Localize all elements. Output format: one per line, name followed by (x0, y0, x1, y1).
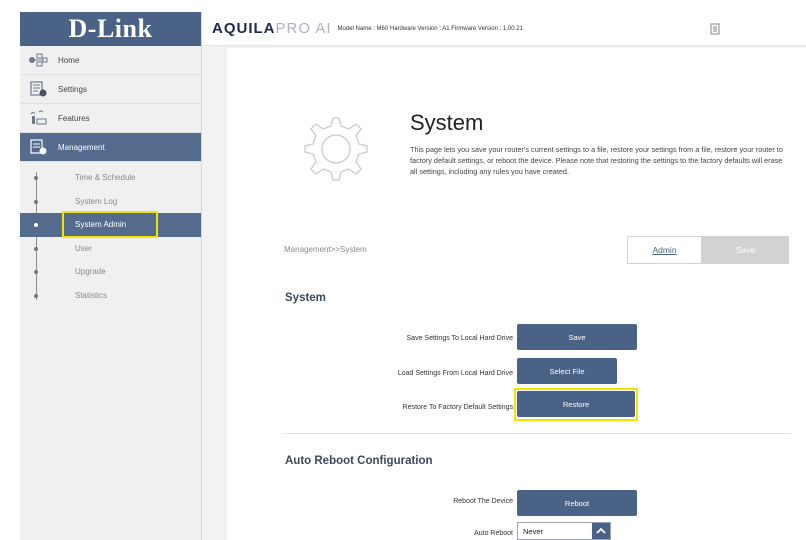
gear-icon (289, 114, 379, 189)
subnav-label: Time & Schedule (75, 173, 136, 183)
chevron-up-icon[interactable] (592, 523, 610, 539)
dlink-logo: D-Link (68, 14, 153, 43)
page-description: This page lets you save your router's cu… (410, 145, 783, 176)
management-icon (28, 139, 48, 155)
auto-reboot-value: Never (523, 526, 544, 536)
bullet-icon (34, 270, 38, 274)
sidebar-item-label: Features (58, 113, 90, 123)
subnav-item-system-admin[interactable]: System Admin (20, 211, 201, 238)
select-file-button[interactable]: Select File (517, 358, 617, 384)
subnav-item-system-log[interactable]: System Log (20, 190, 201, 214)
bullet-icon (34, 246, 38, 251)
bullet-icon (34, 293, 38, 298)
subnav-label: User (75, 243, 92, 253)
brand-suffix: PRO AI (275, 20, 332, 37)
page-title: System (410, 110, 484, 135)
auto-reboot-select[interactable]: Never (517, 522, 611, 540)
subnav-item-time-schedule[interactable]: Time & Schedule (20, 166, 201, 190)
system-section-title: System (285, 292, 326, 304)
hardware-info: Model Name : M60 Hardware Version : A1 F… (337, 25, 523, 32)
subnav-item-upgrade[interactable]: Upgrade (20, 260, 201, 284)
bullet-icon (34, 199, 38, 204)
load-settings-label: Load Settings From Local Hard Drive (397, 370, 513, 377)
subnav-label: System Admin (75, 220, 127, 230)
sidebar-item-label: Settings (58, 84, 87, 94)
sidebar-item-management[interactable]: Management (20, 133, 201, 162)
sidebar-item-features[interactable]: Features (20, 104, 201, 133)
admin-tab[interactable]: Admin (627, 236, 702, 264)
sidebar: D-Link Home Settings Features Management… (20, 12, 202, 540)
management-subnav: Time & Schedule System Log System Admin … (20, 162, 201, 307)
brand-name: AQUILA (212, 20, 276, 37)
save-settings-label: Save Settings To Local Hard Drive (406, 335, 513, 342)
subnav-label: Upgrade (75, 267, 106, 277)
sidebar-item-home[interactable]: Home (20, 46, 201, 75)
sidebar-item-label: Home (58, 55, 80, 65)
home-network-icon (28, 52, 48, 68)
sidebar-item-settings[interactable]: Settings (20, 75, 201, 104)
product-brand: AQUILAPRO AI (212, 20, 332, 37)
subnav-item-user[interactable]: User (20, 237, 201, 261)
settings-icon (28, 81, 48, 97)
auto-reboot-section-title: Auto Reboot Configuration (285, 455, 433, 467)
top-header: AQUILAPRO AI Model Name : M60 Hardware V… (202, 12, 806, 46)
bullet-icon (34, 176, 38, 180)
subnav-label: Statistics (75, 290, 108, 300)
subnav-label: System Log (75, 196, 118, 206)
save-settings-button[interactable]: Save (517, 324, 637, 350)
content-panel: System This page lets you save your rout… (227, 48, 806, 540)
restore-button[interactable]: Restore (517, 391, 635, 417)
restore-defaults-label: Restore To Factory Default Settings (402, 404, 513, 411)
document-icon[interactable] (710, 22, 720, 40)
subnav-item-statistics[interactable]: Statistics (20, 284, 201, 308)
save-button[interactable]: Save (702, 236, 789, 264)
logo-bar: D-Link (20, 12, 201, 46)
breadcrumb: Management>>System (284, 245, 367, 254)
auto-reboot-label: Auto Reboot (474, 530, 513, 537)
reboot-button[interactable]: Reboot (517, 490, 637, 516)
features-icon (28, 110, 48, 126)
section-divider (285, 433, 791, 434)
main-area: System This page lets you save your rout… (202, 46, 806, 540)
sidebar-item-label: Management (58, 142, 105, 152)
reboot-device-label: Reboot The Device (453, 498, 513, 505)
bullet-icon (34, 223, 38, 227)
